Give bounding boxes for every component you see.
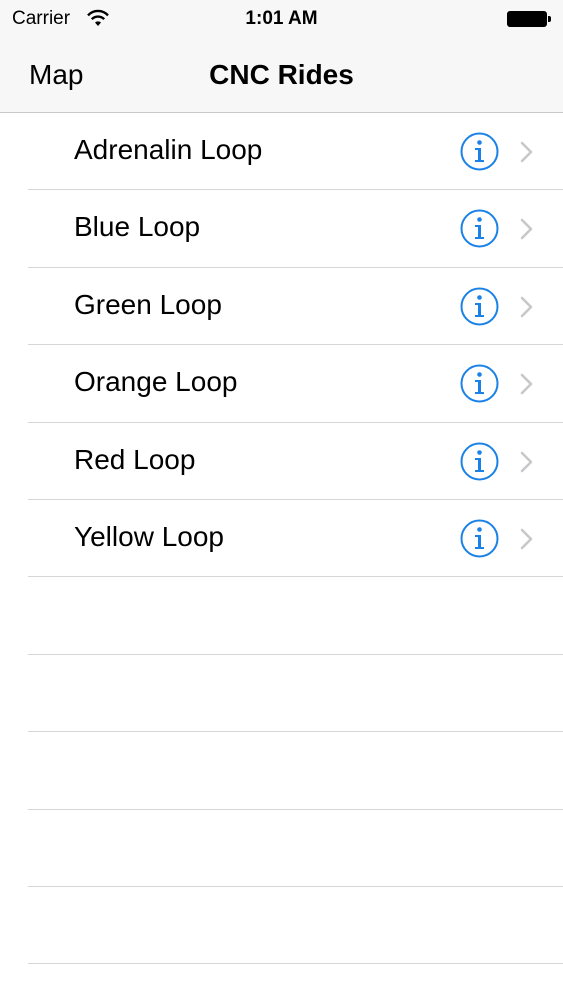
chevron-right-icon bbox=[520, 219, 533, 240]
row-separator bbox=[28, 963, 563, 965]
info-icon[interactable] bbox=[460, 364, 499, 403]
ride-label: Green Loop bbox=[74, 288, 222, 320]
ride-row[interactable]: Orange Loop bbox=[0, 345, 563, 423]
ride-row[interactable]: Blue Loop bbox=[0, 190, 563, 268]
empty-row bbox=[0, 577, 563, 655]
empty-row bbox=[0, 732, 563, 810]
navigation-bar: Map CNC Rides bbox=[0, 40, 563, 113]
chevron-right-icon bbox=[520, 373, 533, 395]
chevron-right-icon bbox=[520, 528, 533, 550]
ride-label: Adrenalin Loop bbox=[74, 134, 263, 165]
page-title: CNC Rides bbox=[209, 59, 354, 90]
rides-table: Adrenalin Loop Blue Loop Green Loop Orange … bbox=[0, 113, 563, 965]
ride-row[interactable]: Adrenalin Loop bbox=[0, 113, 563, 191]
ride-row[interactable]: Red Loop bbox=[0, 423, 563, 500]
ride-label: Yellow Loop bbox=[74, 520, 224, 552]
info-icon[interactable] bbox=[460, 442, 499, 481]
info-icon[interactable] bbox=[460, 287, 499, 326]
info-icon[interactable] bbox=[460, 132, 499, 171]
chevron-right-icon bbox=[520, 141, 533, 163]
info-icon[interactable] bbox=[460, 209, 499, 248]
status-bar: Carrier 1:01 AM bbox=[0, 0, 563, 40]
empty-row bbox=[0, 655, 563, 733]
ride-label: Red Loop bbox=[74, 443, 196, 475]
battery-icon bbox=[507, 11, 551, 27]
chevron-right-icon bbox=[520, 451, 533, 472]
ride-row[interactable]: Green Loop bbox=[0, 268, 563, 346]
empty-row bbox=[0, 810, 563, 887]
ride-label: Orange Loop bbox=[74, 366, 238, 398]
ride-label: Blue Loop bbox=[74, 211, 201, 243]
status-time: 1:01 AM bbox=[245, 8, 318, 29]
empty-row bbox=[0, 887, 563, 965]
chevron-right-icon bbox=[520, 296, 533, 318]
ride-row[interactable]: Yellow Loop bbox=[0, 500, 563, 578]
info-icon[interactable] bbox=[460, 519, 499, 558]
